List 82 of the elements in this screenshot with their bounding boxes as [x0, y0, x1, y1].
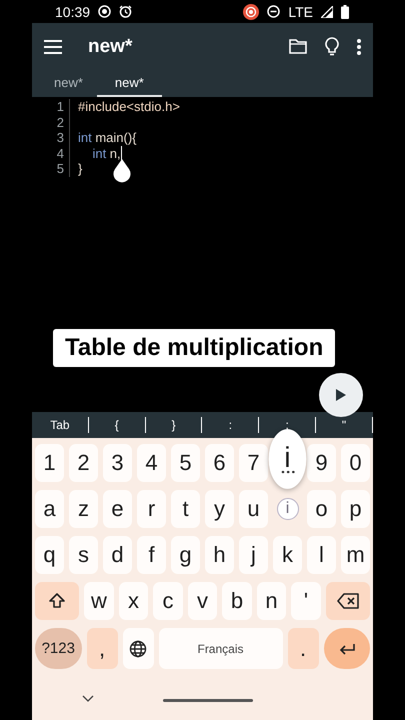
keyboard-key[interactable]: 3	[103, 444, 132, 482]
record-icon	[98, 5, 112, 18]
keyboard-key[interactable]: .	[288, 628, 318, 669]
keyboard-key[interactable]: k	[273, 536, 302, 574]
keyboard-key[interactable]: c	[153, 582, 183, 620]
keyboard-key[interactable]: w	[84, 582, 114, 620]
keyboard-key[interactable]: j	[239, 536, 268, 574]
extra-key[interactable]: }	[146, 417, 202, 433]
keyboard-key[interactable]: 7	[239, 444, 268, 482]
line-number: 2	[32, 114, 70, 130]
extra-key[interactable]: "	[316, 417, 373, 433]
keyboard-key[interactable]: u	[239, 490, 268, 528]
keyboard-key[interactable]: x	[118, 582, 148, 620]
keyboard-key[interactable]: s	[69, 536, 98, 574]
line-number: 4	[32, 146, 70, 161]
keyboard-key[interactable]: g	[171, 536, 200, 574]
key-popup[interactable]: i	[268, 429, 306, 489]
keyboard-key[interactable]: r	[137, 490, 166, 528]
keyboard-key[interactable]: h	[205, 536, 234, 574]
screen-record-icon	[243, 4, 260, 20]
line-number: 3	[32, 130, 70, 146]
lightbulb-icon[interactable]	[325, 37, 339, 56]
folder-icon[interactable]	[289, 39, 307, 54]
home-handle[interactable]	[163, 699, 253, 702]
keyboard-key[interactable]: y	[205, 490, 234, 528]
code-line: #include<stdio.h>	[78, 99, 180, 114]
keyboard-key[interactable]: '	[291, 582, 321, 620]
keyboard-key[interactable]: v	[188, 582, 218, 620]
code-line: int main(){	[78, 130, 137, 146]
keyboard-key[interactable]: t	[171, 490, 200, 528]
keyboard-key[interactable]: 6	[205, 444, 234, 482]
keyboard-key[interactable]: a	[35, 490, 64, 528]
do-not-disturb-icon	[267, 5, 280, 18]
keyboard-key[interactable]: q	[35, 536, 64, 574]
extra-key[interactable]: :	[202, 417, 260, 433]
network-label: LTE	[288, 4, 313, 20]
shift-key[interactable]	[35, 582, 80, 620]
keyboard-key[interactable]: p	[341, 490, 370, 528]
keyboard-key[interactable]: f	[137, 536, 166, 574]
line-number: 5	[32, 161, 70, 176]
keyboard-key[interactable]: l	[307, 536, 336, 574]
keyboard-key[interactable]: b	[222, 582, 252, 620]
backspace-icon	[336, 593, 359, 609]
code-line: int n,	[91, 146, 121, 161]
shift-icon	[48, 592, 66, 610]
more-dots-icon	[281, 470, 294, 474]
keyboard-key[interactable]: d	[103, 536, 132, 574]
keyboard-key[interactable]: 4	[137, 444, 166, 482]
keyboard-key[interactable]: 9	[307, 444, 336, 482]
globe-key[interactable]	[122, 628, 154, 669]
enter-key[interactable]	[324, 628, 370, 669]
alarm-icon	[119, 5, 132, 18]
keyboard-key[interactable]: 1	[35, 444, 64, 482]
status-time: 10:39	[55, 4, 90, 20]
keyboard-key[interactable]: ?123	[35, 628, 82, 669]
code-line: }	[78, 161, 82, 176]
keyboard-key[interactable]: 0	[341, 444, 370, 482]
video-caption: Table de multiplication	[53, 329, 336, 367]
keyboard-key[interactable]: o	[307, 490, 336, 528]
keyboard-key[interactable]: 2	[69, 444, 98, 482]
file-tab[interactable]: new*	[40, 70, 97, 97]
backspace-key[interactable]	[326, 582, 370, 620]
extra-key[interactable]: Tab	[32, 417, 89, 433]
keyboard-key[interactable]: e	[103, 490, 132, 528]
keyboard-key[interactable]: ,	[86, 628, 118, 669]
cursor-handle[interactable]	[112, 159, 132, 184]
play-icon	[336, 389, 346, 401]
enter-icon	[338, 642, 356, 656]
more-icon[interactable]	[357, 38, 361, 54]
keyboard-key[interactable]: m	[341, 536, 370, 574]
extra-key[interactable]: {	[88, 417, 146, 433]
keyboard-key[interactable]: n	[256, 582, 286, 620]
toolbar-title: new*	[88, 36, 134, 58]
globe-icon	[129, 640, 147, 658]
keyboard-key[interactable]: Français	[158, 628, 282, 669]
hide-keyboard-icon[interactable]	[82, 695, 94, 702]
keyboard-key[interactable]: z	[69, 490, 98, 528]
signal-icon	[321, 6, 333, 18]
menu-icon[interactable]	[44, 40, 62, 54]
battery-icon	[341, 4, 349, 18]
line-number: 1	[32, 99, 70, 114]
keyboard-key[interactable]: 5	[171, 444, 200, 482]
